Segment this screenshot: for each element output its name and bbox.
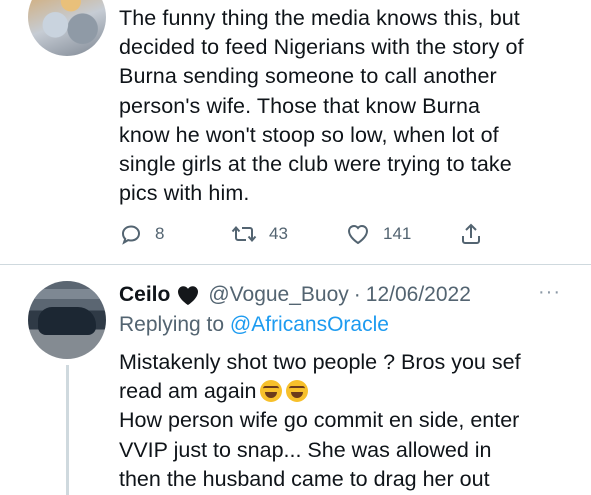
replying-to: Replying to @AfricansOracle bbox=[119, 313, 389, 337]
tweet-2[interactable]: Ceilo @Vogue_Buoy · 12/06/2022 ··· Reply… bbox=[0, 265, 591, 495]
retweet-icon bbox=[231, 225, 257, 243]
tweet-text-line: read am again bbox=[119, 379, 257, 404]
like-button[interactable]: 141 bbox=[345, 219, 411, 249]
user-handle[interactable]: @Vogue_Buoy bbox=[208, 283, 348, 307]
retweet-count: 43 bbox=[269, 224, 288, 243]
reply-count: 8 bbox=[155, 224, 165, 243]
tweet-actions: 8 43 141 bbox=[119, 219, 489, 249]
avatar[interactable] bbox=[28, 0, 106, 56]
tears-of-joy-emoji bbox=[260, 380, 283, 403]
tweet-date[interactable]: 12/06/2022 bbox=[366, 283, 471, 307]
avatar[interactable] bbox=[28, 281, 106, 359]
tears-of-joy-emoji bbox=[286, 380, 309, 403]
separator: · bbox=[353, 283, 361, 306]
black-heart-icon bbox=[176, 284, 200, 306]
replying-prefix: Replying to bbox=[119, 313, 230, 336]
tweet-text: Mistakenly shot two people ? Bros you se… bbox=[119, 348, 579, 494]
replying-handle-link[interactable]: @AfricansOracle bbox=[230, 313, 389, 336]
tweet-header: Ceilo @Vogue_Buoy · 12/06/2022 bbox=[119, 281, 579, 309]
tweet-1[interactable]: The funny thing the media knows this, bu… bbox=[0, 0, 591, 265]
heart-icon bbox=[347, 225, 369, 245]
tweet-text: The funny thing the media knows this, bu… bbox=[119, 6, 524, 206]
tweet-text-line: Mistakenly shot two people ? Bros you se… bbox=[119, 350, 521, 374]
like-count: 141 bbox=[383, 224, 412, 243]
tweet-text-rest: How person wife go commit en side, enter… bbox=[119, 408, 520, 491]
thread-line bbox=[66, 365, 69, 495]
share-icon bbox=[462, 223, 480, 244]
retweet-button[interactable]: 43 bbox=[231, 219, 288, 249]
reply-button[interactable]: 8 bbox=[119, 219, 164, 249]
reply-icon bbox=[121, 225, 141, 245]
display-name[interactable]: Ceilo bbox=[119, 283, 170, 307]
share-button[interactable] bbox=[459, 219, 483, 249]
more-options-icon[interactable]: ··· bbox=[538, 281, 561, 304]
